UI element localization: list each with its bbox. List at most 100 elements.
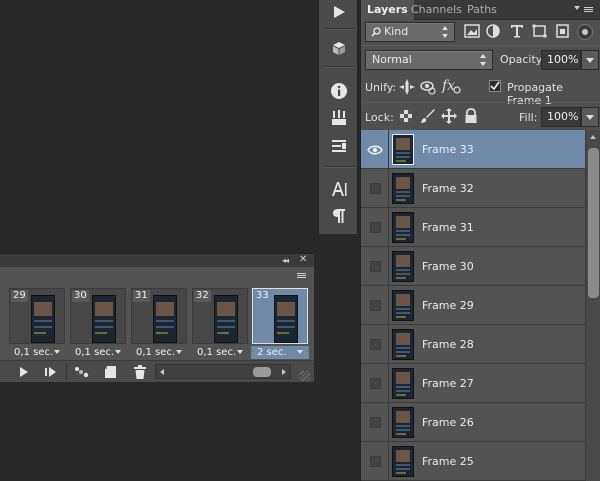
play-icon[interactable] — [16, 365, 32, 379]
layer-row[interactable]: Frame 32 — [361, 169, 585, 208]
opacity-dropdown[interactable] — [581, 50, 599, 70]
layer-row[interactable]: Frame 33 — [361, 130, 585, 169]
frame-delay: 0,1 sec. — [75, 347, 115, 358]
animation-frame[interactable]: 29 0,1 sec. — [8, 286, 66, 358]
filter-adjustment-icon[interactable] — [485, 24, 501, 38]
chevron-down-icon — [237, 350, 243, 354]
layer-name: Frame 30 — [422, 260, 474, 273]
visibility-toggle[interactable] — [361, 364, 389, 403]
divider — [361, 102, 600, 103]
fill-input[interactable]: 100% — [541, 107, 581, 127]
animation-frame[interactable]: 32 0,1 sec. — [191, 286, 249, 358]
lock-all-icon[interactable] — [464, 108, 478, 124]
frame-number: 29 — [11, 290, 28, 302]
collapse-panel-icon[interactable]: ◂◂ — [282, 256, 289, 265]
frame-delay-select[interactable]: 0,1 sec. — [69, 346, 127, 359]
opacity-input[interactable]: 100% — [541, 50, 581, 70]
layer-row[interactable]: Frame 27 — [361, 364, 585, 403]
visibility-toggle[interactable] — [361, 169, 389, 208]
frame-delay-select[interactable]: 0,1 sec. — [8, 346, 66, 359]
timeline-panel: ◂◂ ✕ 29 0,1 sec. 30 0,1 sec. 31 0,1 sec.… — [0, 253, 314, 382]
animation-frame[interactable]: 31 0,1 sec. — [130, 286, 188, 358]
updown-arrows-icon — [480, 53, 487, 67]
unify-visibility-icon[interactable] — [419, 78, 437, 96]
lock-pixels-icon[interactable] — [420, 108, 436, 124]
panel-collapse-icon[interactable] — [574, 6, 580, 10]
panel-menu-icon[interactable] — [296, 271, 310, 281]
propagate-checkbox[interactable] — [489, 80, 501, 92]
layer-name: Frame 31 — [422, 221, 474, 234]
layer-thumbnail — [392, 251, 414, 282]
filter-pixel-icon[interactable] — [464, 24, 480, 38]
strip-divider — [323, 66, 355, 68]
animation-frame-selected[interactable]: 33 2 sec. — [251, 286, 309, 359]
filter-shape-icon[interactable] — [532, 24, 548, 38]
scrollbar-thumb[interactable] — [253, 367, 271, 377]
panel-menu-icon[interactable] — [583, 5, 597, 15]
divider — [361, 45, 600, 46]
layer-row[interactable]: Frame 30 — [361, 247, 585, 286]
filter-type-icon[interactable] — [509, 24, 525, 38]
frame-delay-select[interactable]: 0,1 sec. — [191, 346, 249, 359]
strip-divider — [323, 166, 355, 168]
eye-icon — [367, 145, 383, 155]
blend-mode-select[interactable]: Normal — [365, 50, 493, 70]
tab-paths[interactable]: Paths — [461, 0, 503, 20]
panel-dock-strip — [318, 0, 358, 234]
layer-row[interactable]: Frame 31 — [361, 208, 585, 247]
next-frame-icon[interactable] — [43, 365, 59, 379]
frame-thumbnail — [153, 295, 177, 343]
info-icon[interactable] — [327, 79, 351, 103]
visibility-toggle[interactable] — [361, 325, 389, 364]
strip-divider — [323, 28, 355, 30]
resize-grip-icon[interactable] — [300, 371, 310, 381]
divider — [66, 364, 67, 380]
unify-style-icon[interactable]: fx — [441, 77, 463, 95]
layer-row[interactable]: Frame 28 — [361, 325, 585, 364]
fill-dropdown[interactable] — [581, 107, 599, 127]
layer-thumbnail — [392, 173, 414, 204]
frame-thumbnail — [31, 295, 55, 343]
layer-row[interactable]: Frame 25 — [361, 442, 585, 481]
visibility-toggle[interactable] — [361, 130, 389, 169]
filter-smart-object-icon[interactable] — [555, 24, 571, 38]
visibility-toggle[interactable] — [361, 403, 389, 442]
brush-presets-icon[interactable] — [327, 106, 351, 130]
frame-delay-select[interactable]: 0,1 sec. — [130, 346, 188, 359]
layer-thumbnail — [392, 368, 414, 399]
delete-frame-icon[interactable] — [132, 365, 148, 379]
scrollbar-thumb[interactable] — [588, 148, 599, 298]
checkmark-icon — [490, 81, 500, 91]
propagate-label: Propagate Frame 1 — [507, 81, 563, 107]
frame-delay-select[interactable]: 2 sec. — [251, 346, 309, 359]
tween-icon[interactable] — [74, 365, 90, 379]
animation-frame[interactable]: 30 0,1 sec. — [69, 286, 127, 358]
paragraph-icon[interactable] — [327, 204, 351, 228]
scroll-up-icon[interactable] — [590, 135, 596, 139]
lock-transparency-icon[interactable] — [399, 109, 413, 123]
visibility-toggle[interactable] — [361, 442, 389, 481]
duplicate-frame-icon[interactable] — [103, 365, 119, 379]
layer-row[interactable]: Frame 29 — [361, 286, 585, 325]
tab-channels[interactable]: Channels — [405, 0, 468, 20]
frame-number: 31 — [133, 290, 150, 302]
layers-scrollbar[interactable] — [585, 130, 600, 481]
timeline-scrollbar[interactable] — [155, 364, 291, 379]
filter-toggle[interactable] — [577, 24, 593, 40]
play-icon[interactable] — [327, 0, 351, 24]
unify-position-icon[interactable] — [398, 78, 416, 96]
close-icon[interactable]: ✕ — [299, 254, 307, 265]
properties-icon[interactable] — [327, 134, 351, 158]
character-icon[interactable] — [327, 177, 351, 201]
frame-number: 30 — [72, 290, 89, 302]
scroll-left-icon[interactable] — [160, 369, 164, 375]
visibility-toggle[interactable] — [361, 208, 389, 247]
scroll-right-icon[interactable] — [282, 369, 286, 375]
3d-icon[interactable] — [327, 36, 351, 60]
filter-kind-select[interactable]: Kind — [365, 22, 455, 42]
layer-row[interactable]: Frame 26 — [361, 403, 585, 442]
visibility-toggle[interactable] — [361, 286, 389, 325]
lock-position-icon[interactable] — [441, 108, 457, 124]
layer-thumbnail — [392, 446, 414, 477]
visibility-toggle[interactable] — [361, 247, 389, 286]
